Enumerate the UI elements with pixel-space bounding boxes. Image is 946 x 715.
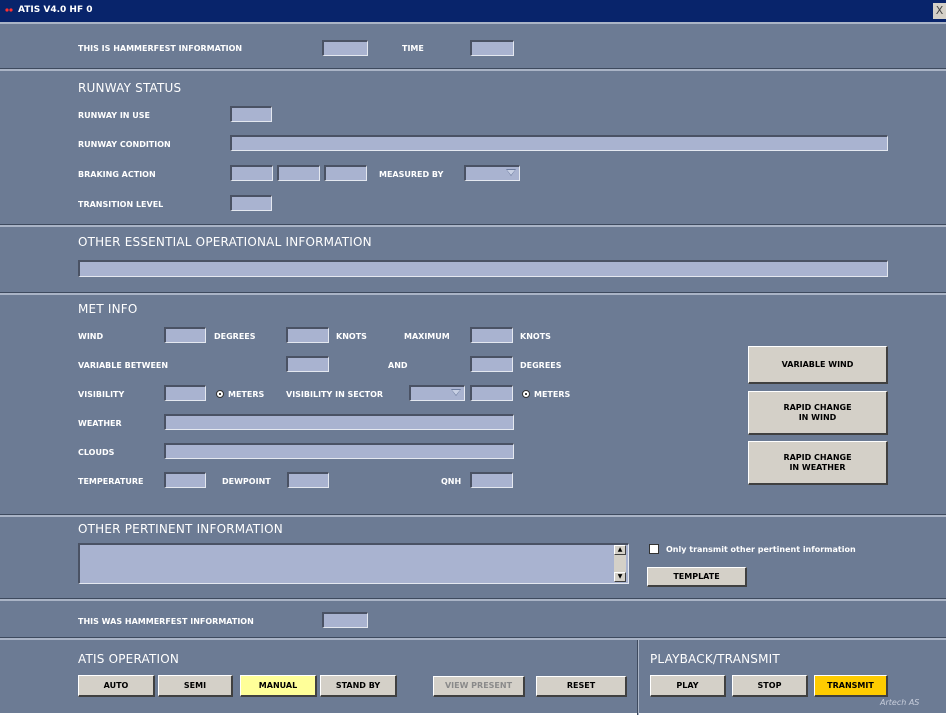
playback-transmit-header: PLAYBACK/TRANSMIT [650,652,780,666]
template-button[interactable]: TEMPLATE [647,567,747,587]
transmit-button[interactable]: TRANSMIT [814,675,888,697]
runway-in-use-field[interactable] [230,106,272,122]
variable-to-field[interactable] [470,356,513,372]
variable-from-field[interactable] [286,356,329,372]
runway-in-use-label: RUNWAY IN USE [78,111,150,120]
temperature-label: TEMPERATURE [78,477,144,486]
brand-label: Artech AS [880,698,920,707]
this-is-label: THIS IS HAMMERFEST INFORMATION [78,44,243,53]
dewpoint-field[interactable] [287,472,329,488]
met-info-panel: MET INFO WIND DEGREES KNOTS MAXIMUM KNOT… [0,293,946,515]
main-form: THIS IS HAMMERFEST INFORMATION TIME RUNW… [0,22,946,715]
close-button[interactable]: X [933,3,946,19]
pertinent-info-panel: OTHER PERTINENT INFORMATION ▲ ▼ Only tra… [0,515,946,599]
manual-button[interactable]: MANUAL [240,675,317,697]
transition-level-field[interactable] [230,195,272,211]
wind-max-field[interactable] [470,327,513,343]
runway-status-panel: RUNWAY STATUS RUNWAY IN USE RUNWAY CONDI… [0,69,946,225]
essential-info-panel: OTHER ESSENTIAL OPERATIONAL INFORMATION [0,225,946,293]
auto-button[interactable]: AUTO [78,675,155,697]
this-was-panel: THIS WAS HAMMERFEST INFORMATION [0,599,946,638]
dewpoint-label: DEWPOINT [222,477,271,486]
visibility-in-sector-label: VISIBILITY IN SECTOR [286,390,384,399]
scroll-up-icon[interactable]: ▲ [614,545,626,555]
and-label: AND [388,361,408,370]
sector-meters-radio[interactable] [522,390,530,398]
sector-dropdown[interactable] [409,385,465,401]
braking-action-field-1[interactable] [230,165,273,181]
scroll-down-icon[interactable]: ▼ [614,572,626,582]
pertinent-info-scrollbar[interactable]: ▲ ▼ [614,545,626,582]
runway-condition-label: RUNWAY CONDITION [78,140,171,149]
runway-status-header: RUNWAY STATUS [78,81,182,95]
play-button[interactable]: PLAY [650,675,726,697]
weather-field[interactable] [164,414,514,430]
wind-label: WIND [78,332,104,341]
this-was-label: THIS WAS HAMMERFEST INFORMATION [78,617,254,626]
qnh-field[interactable] [470,472,513,488]
rapid-change-wind-button[interactable]: RAPID CHANGE IN WIND [748,391,888,435]
header-panel: THIS IS HAMMERFEST INFORMATION TIME [0,22,946,69]
braking-action-field-3[interactable] [324,165,367,181]
only-transmit-label: Only transmit other pertinent informatio… [666,545,856,554]
wind-direction-field[interactable] [164,327,206,343]
reset-button[interactable]: RESET [536,676,627,697]
atis-operation-header: ATIS OPERATION [78,652,180,666]
essential-info-field[interactable] [78,260,888,277]
degrees-label: DEGREES [214,332,256,341]
red-dots-icon [5,8,13,12]
pertinent-info-textarea[interactable] [78,543,629,584]
temperature-field[interactable] [164,472,206,488]
meters-radio[interactable] [216,390,224,398]
meters-label: METERS [228,390,265,399]
semi-button[interactable]: SEMI [158,675,233,697]
measured-by-dropdown[interactable] [464,165,520,181]
pertinent-info-header: OTHER PERTINENT INFORMATION [78,522,283,536]
clouds-label: CLOUDS [78,448,115,457]
stop-button[interactable]: STOP [732,675,808,697]
chevron-down-icon [451,389,461,396]
braking-action-label: BRAKING ACTION [78,170,156,179]
bottom-panel: ATIS OPERATION AUTO SEMI MANUAL STAND BY… [0,638,946,715]
transition-level-label: TRANSITION LEVEL [78,200,164,209]
sector-meters-label: METERS [534,390,571,399]
knots-label: KNOTS [336,332,367,341]
runway-condition-field[interactable] [230,135,888,151]
knots-max-label: KNOTS [520,332,551,341]
clouds-field[interactable] [164,443,514,459]
window-title: ATIS V4.0 HF 0 [18,5,93,15]
bottom-divider-highlight [638,640,639,715]
sector-visibility-field[interactable] [470,385,513,401]
wind-speed-field[interactable] [286,327,329,343]
met-info-header: MET INFO [78,302,138,316]
degrees-variable-label: DEGREES [520,361,562,370]
this-was-field[interactable] [322,612,368,628]
view-present-button[interactable]: VIEW PRESENT [433,676,525,697]
standby-button[interactable]: STAND BY [320,675,397,697]
visibility-field[interactable] [164,385,206,401]
measured-by-label: MEASURED BY [379,170,444,179]
qnh-label: QNH [441,477,462,486]
time-label: TIME [402,44,424,53]
variable-wind-button[interactable]: VARIABLE WIND [748,346,888,384]
variable-between-label: VARIABLE BETWEEN [78,361,169,370]
title-bar: ATIS V4.0 HF 0 X [0,0,946,22]
maximum-label: MAXIMUM [404,332,450,341]
visibility-label: VISIBILITY [78,390,125,399]
weather-label: WEATHER [78,419,122,428]
information-letter-field[interactable] [322,40,368,56]
only-transmit-checkbox[interactable] [649,544,659,554]
time-field[interactable] [470,40,514,56]
rapid-change-weather-button[interactable]: RAPID CHANGE IN WEATHER [748,441,888,485]
essential-info-header: OTHER ESSENTIAL OPERATIONAL INFORMATION [78,235,372,249]
chevron-down-icon [506,169,516,176]
braking-action-field-2[interactable] [277,165,320,181]
